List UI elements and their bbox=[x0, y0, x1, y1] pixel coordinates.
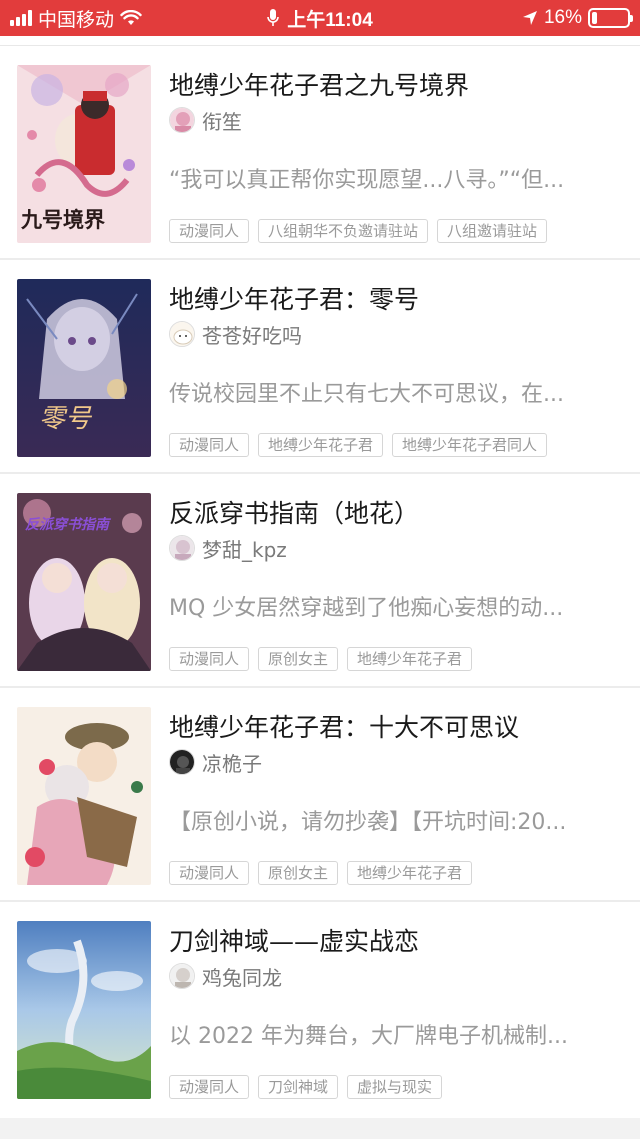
author-row[interactable]: 鸡兔同龙 bbox=[169, 962, 282, 990]
book-title[interactable]: 反派穿书指南（地花） bbox=[169, 494, 419, 530]
tag[interactable]: 原创女主 bbox=[258, 647, 339, 671]
book-description: “我可以真正帮你实现愿望...八寻。”“但... bbox=[169, 168, 565, 193]
list-bottom-spacer bbox=[0, 1118, 640, 1139]
microphone-icon bbox=[267, 9, 280, 26]
book-list-item[interactable]: 地缚少年花子君：十大不可思议 凉桅子 【原创小说，请勿抄袭】【开坑时间:20..… bbox=[0, 688, 640, 902]
location-arrow-icon bbox=[522, 11, 537, 25]
author-avatar bbox=[169, 749, 195, 775]
book-description: 传说校园里不止只有七大不可思议，在... bbox=[169, 382, 564, 407]
author-row[interactable]: 梦甜_kpz bbox=[169, 534, 287, 562]
tag-list: 动漫同人 刀剑神域 虚拟与现实 bbox=[169, 1075, 443, 1099]
clock: 上午11:04 bbox=[287, 9, 373, 31]
book-list-item[interactable]: 反派穿书指南 反派穿书指南（地花） 梦甜_kpz MQ 少女居然穿越到了他痴心妄… bbox=[0, 474, 640, 688]
book-title[interactable]: 刀剑神域——虚实战恋 bbox=[169, 922, 419, 958]
book-cover[interactable]: 九号境界 bbox=[17, 65, 151, 243]
tag[interactable]: 原创女主 bbox=[258, 861, 339, 885]
book-list-item[interactable]: 刀剑神域——虚实战恋 鸡兔同龙 以 2022 年为舞台，大厂牌电子机械制... … bbox=[0, 902, 640, 1116]
author-name: 鸡兔同龙 bbox=[202, 965, 282, 990]
tag-list: 动漫同人 原创女主 地缚少年花子君 bbox=[169, 647, 473, 671]
tag[interactable]: 动漫同人 bbox=[169, 433, 250, 457]
author-avatar bbox=[169, 963, 195, 989]
author-name: 梦甜_kpz bbox=[202, 537, 287, 562]
author-row[interactable]: 衔笙 bbox=[169, 106, 242, 134]
list-top-divider bbox=[0, 36, 640, 46]
book-cover[interactable]: 反派穿书指南 bbox=[17, 493, 151, 671]
tag[interactable]: 地缚少年花子君 bbox=[347, 861, 473, 885]
book-list: 九号境界 地缚少年花子君之九号境界 衔笙 “我可以真正帮你实现愿望...八寻。”… bbox=[0, 46, 640, 1116]
tag[interactable]: 地缚少年花子君同人 bbox=[392, 433, 548, 457]
tag-list: 动漫同人 地缚少年花子君 地缚少年花子君同人 bbox=[169, 433, 548, 457]
battery-level-fill bbox=[592, 12, 597, 24]
tag[interactable]: 地缚少年花子君 bbox=[347, 647, 473, 671]
book-cover[interactable]: 零号 bbox=[17, 279, 151, 457]
tag[interactable]: 刀剑神域 bbox=[258, 1075, 339, 1099]
book-description: 以 2022 年为舞台，大厂牌电子机械制... bbox=[169, 1024, 568, 1049]
book-title[interactable]: 地缚少年花子君：零号 bbox=[169, 280, 419, 316]
svg-text:零号: 零号 bbox=[39, 404, 93, 434]
tag[interactable]: 八组朝华不负邀请驻站 bbox=[258, 219, 429, 243]
svg-text:九号境界: 九号境界 bbox=[20, 207, 105, 232]
book-list-item[interactable]: 零号 地缚少年花子君：零号 苍苍好吃吗 传说校园里不止只有七大不可思议，在...… bbox=[0, 260, 640, 474]
book-list-item[interactable]: 九号境界 地缚少年花子君之九号境界 衔笙 “我可以真正帮你实现愿望...八寻。”… bbox=[0, 46, 640, 260]
tag-list: 动漫同人 八组朝华不负邀请驻站 八组邀请驻站 bbox=[169, 219, 548, 243]
tag[interactable]: 地缚少年花子君 bbox=[258, 433, 384, 457]
tag-list: 动漫同人 原创女主 地缚少年花子君 bbox=[169, 861, 473, 885]
status-right: 16% bbox=[522, 0, 633, 36]
author-avatar bbox=[169, 107, 195, 133]
book-description: 【原创小说，请勿抄袭】【开坑时间:20... bbox=[169, 810, 567, 835]
book-cover[interactable] bbox=[17, 707, 151, 885]
author-row[interactable]: 苍苍好吃吗 bbox=[169, 320, 302, 348]
battery-icon bbox=[588, 8, 633, 28]
author-name: 苍苍好吃吗 bbox=[202, 323, 302, 348]
tag[interactable]: 动漫同人 bbox=[169, 647, 250, 671]
author-avatar bbox=[169, 321, 195, 347]
tag[interactable]: 虚拟与现实 bbox=[347, 1075, 443, 1099]
battery-percent: 16% bbox=[543, 7, 582, 28]
tag[interactable]: 动漫同人 bbox=[169, 219, 250, 243]
book-cover[interactable] bbox=[17, 921, 151, 1099]
tag[interactable]: 八组邀请驻站 bbox=[437, 219, 548, 243]
book-description: MQ 少女居然穿越到了他痴心妄想的动... bbox=[169, 596, 564, 621]
tag[interactable]: 动漫同人 bbox=[169, 861, 250, 885]
svg-text:反派穿书指南: 反派穿书指南 bbox=[25, 516, 112, 533]
author-avatar bbox=[169, 535, 195, 561]
book-title[interactable]: 地缚少年花子君之九号境界 bbox=[169, 66, 469, 102]
author-name: 凉桅子 bbox=[202, 751, 262, 776]
author-name: 衔笙 bbox=[202, 109, 242, 134]
tag[interactable]: 动漫同人 bbox=[169, 1075, 250, 1099]
status-bar: 中国移动 上午11:04 16% bbox=[0, 0, 640, 36]
author-row[interactable]: 凉桅子 bbox=[169, 748, 262, 776]
book-title[interactable]: 地缚少年花子君：十大不可思议 bbox=[169, 708, 519, 744]
